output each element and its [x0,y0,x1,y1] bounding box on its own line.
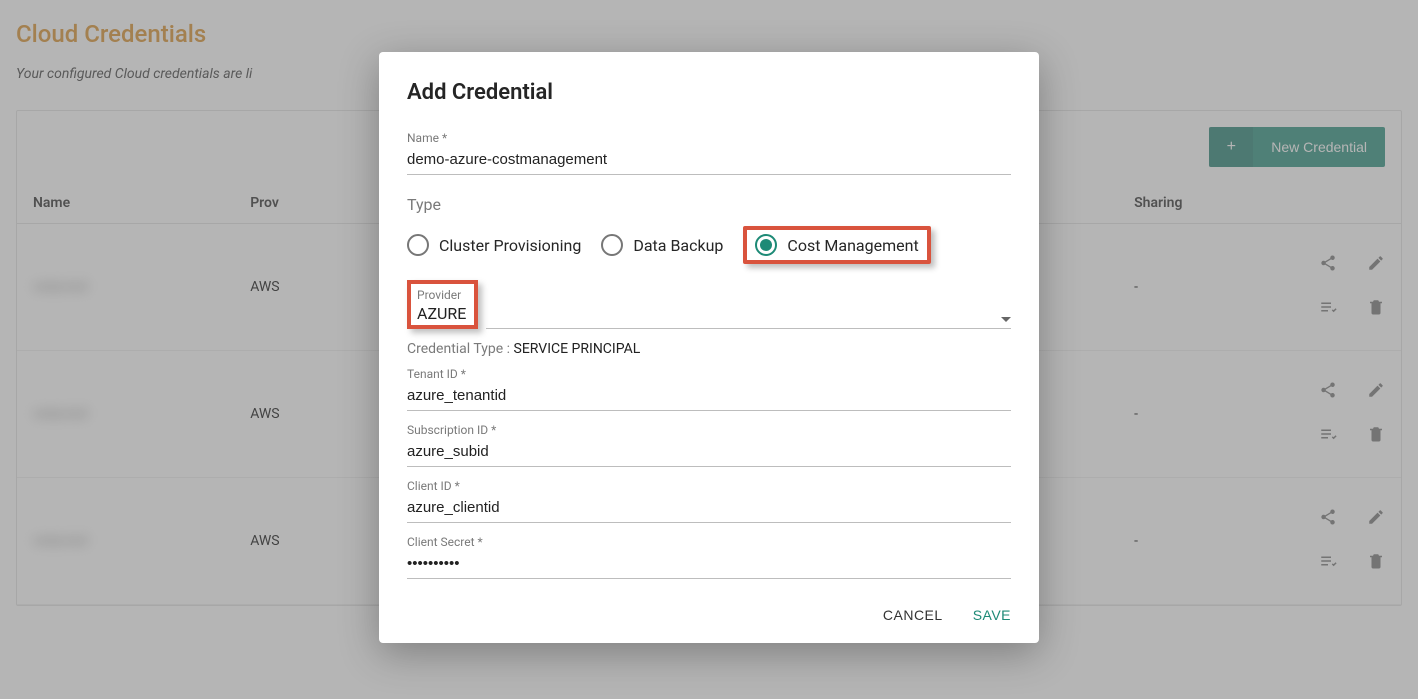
client-secret-input[interactable] [407,551,1011,579]
highlight-cost-management: Cost Management [743,226,930,264]
highlight-provider: Provider AZURE [407,280,478,329]
radio-cost-management[interactable]: Cost Management [755,234,918,256]
client-id-input[interactable] [407,495,1011,523]
radio-label: Data Backup [633,236,723,255]
name-label: Name * [407,131,1011,145]
provider-label: Provider [417,288,466,302]
credential-type-line: Credential Type : SERVICE PRINCIPAL [407,341,1011,357]
dialog-title: Add Credential [407,80,1011,105]
radio-icon [755,234,777,256]
credential-type-value: SERVICE PRINCIPAL [514,341,641,357]
tenant-id-label: Tenant ID * [407,367,1011,381]
tenant-id-input[interactable] [407,383,1011,411]
radio-label: Cluster Provisioning [439,236,581,255]
name-input[interactable] [407,147,1011,175]
provider-select[interactable] [486,295,1011,329]
chevron-down-icon [1001,317,1011,322]
modal-overlay[interactable]: Add Credential Name * Type Cluster Provi… [0,0,1418,699]
save-button[interactable]: SAVE [973,607,1011,623]
subscription-id-label: Subscription ID * [407,423,1011,437]
provider-value: AZURE [417,304,466,323]
radio-label: Cost Management [787,236,918,255]
radio-cluster-provisioning[interactable]: Cluster Provisioning [407,234,581,256]
radio-data-backup[interactable]: Data Backup [601,234,723,256]
add-credential-dialog: Add Credential Name * Type Cluster Provi… [379,52,1039,643]
radio-icon [407,234,429,256]
client-secret-label: Client Secret * [407,535,1011,549]
type-label: Type [407,195,1011,214]
client-id-label: Client ID * [407,479,1011,493]
subscription-id-input[interactable] [407,439,1011,467]
radio-icon [601,234,623,256]
cancel-button[interactable]: CANCEL [883,607,943,623]
